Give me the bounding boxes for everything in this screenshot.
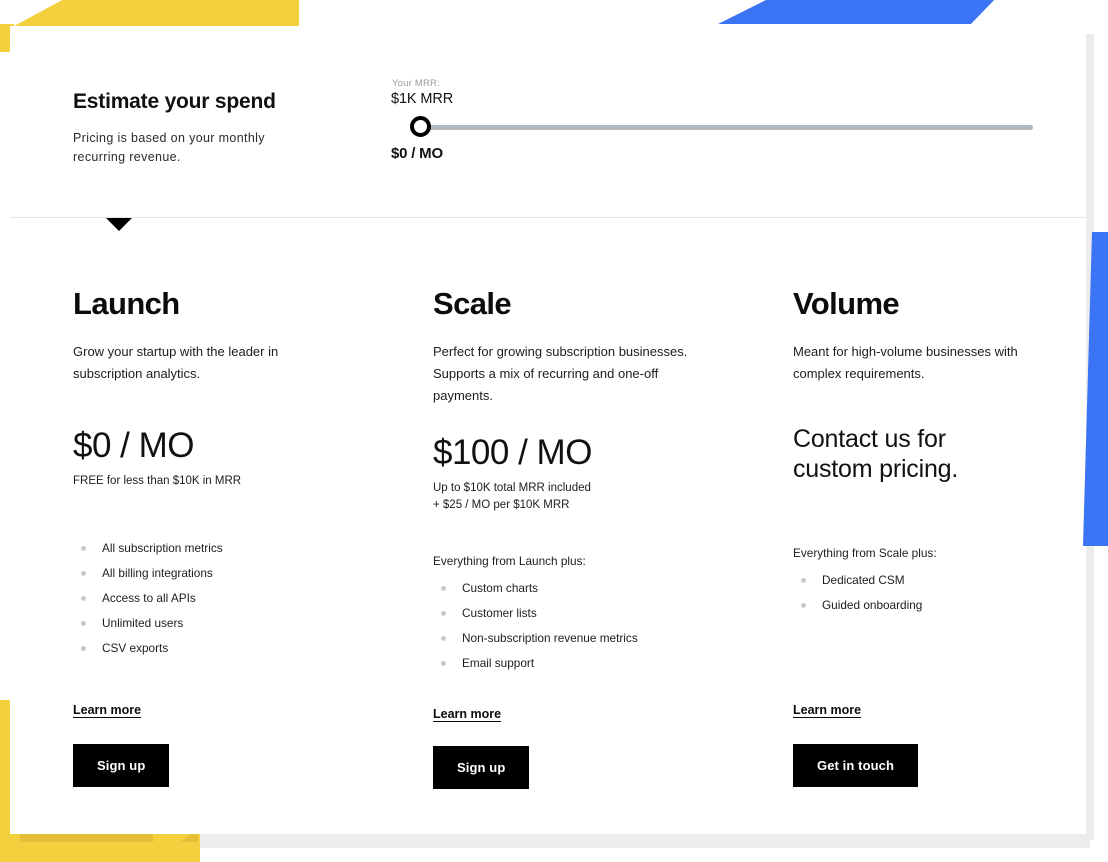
- feature-item: Guided onboarding: [793, 596, 937, 614]
- feature-item: Access to all APIs: [73, 589, 223, 607]
- feature-list-scale: Custom charts Customer lists Non-subscri…: [433, 579, 638, 672]
- plan-price-launch: $0 / MO: [73, 426, 194, 465]
- feature-item: Dedicated CSM: [793, 571, 937, 589]
- learn-more-link-scale[interactable]: Learn more: [433, 707, 501, 721]
- plan-name-launch: Launch: [73, 286, 180, 321]
- decorative-shape-yellow-top-tip: [223, 0, 297, 26]
- plan-description-scale: Perfect for growing subscription busines…: [433, 344, 688, 403]
- plan-name-volume: Volume: [793, 286, 900, 321]
- signup-button-launch[interactable]: Sign up: [73, 744, 170, 787]
- feature-item: All billing integrations: [73, 564, 223, 582]
- feature-item: All subscription metrics: [73, 539, 223, 557]
- plan-price-volume: Contact us for custom pricing.: [793, 425, 959, 483]
- estimate-subtitle: Pricing is based on your monthly recurri…: [73, 131, 265, 164]
- pricing-page: Estimate your spend Pricing is based on …: [0, 0, 1108, 862]
- plan-price-scale: $100 / MO: [433, 433, 592, 472]
- feature-item: Unlimited users: [73, 614, 223, 632]
- learn-more-link-volume[interactable]: Learn more: [793, 703, 861, 717]
- plan-columns: Launch Grow your startup with the leader…: [10, 231, 1086, 831]
- mrr-slider-thumb[interactable]: [410, 116, 431, 137]
- feature-item: CSV exports: [73, 639, 223, 657]
- get-in-touch-button-volume[interactable]: Get in touch: [793, 744, 919, 787]
- section-divider: [10, 217, 1086, 218]
- estimated-price-value: $0 / MO: [391, 145, 443, 162]
- plan-price-note-scale: Up to $10K total MRR included + $25 / MO…: [433, 482, 591, 511]
- decorative-shape-blue-top: [718, 0, 996, 24]
- selected-plan-pointer-icon: [106, 218, 132, 231]
- feature-list-launch: All subscription metrics All billing int…: [73, 539, 223, 657]
- estimate-section: Estimate your spend Pricing is based on …: [10, 26, 1086, 218]
- feature-list-volume: Dedicated CSM Guided onboarding: [793, 571, 937, 614]
- plan-description-launch: Grow your startup with the leader in sub…: [73, 344, 279, 381]
- feature-item: Customer lists: [433, 604, 638, 622]
- feature-item: Non-subscription revenue metrics: [433, 629, 638, 647]
- feature-item: Email support: [433, 654, 638, 672]
- plan-price-note-launch: FREE for less than $10K in MRR: [73, 475, 242, 487]
- plan-description-volume: Meant for high-volume businesses with co…: [793, 344, 1018, 381]
- mrr-slider-track[interactable]: [420, 125, 1033, 130]
- signup-button-scale[interactable]: Sign up: [433, 746, 530, 789]
- feature-item: Custom charts: [433, 579, 638, 597]
- mrr-value: $1K MRR: [391, 91, 454, 107]
- plan-name-scale: Scale: [433, 286, 512, 321]
- estimate-title: Estimate your spend: [73, 90, 276, 113]
- feature-intro-scale: Everything from Launch plus:: [433, 554, 586, 568]
- pricing-card: Estimate your spend Pricing is based on …: [10, 26, 1086, 834]
- mrr-label: Your MRR:: [392, 78, 440, 89]
- mrr-slider[interactable]: [410, 116, 1035, 138]
- feature-intro-volume: Everything from Scale plus:: [793, 546, 937, 560]
- learn-more-link-launch[interactable]: Learn more: [73, 703, 141, 717]
